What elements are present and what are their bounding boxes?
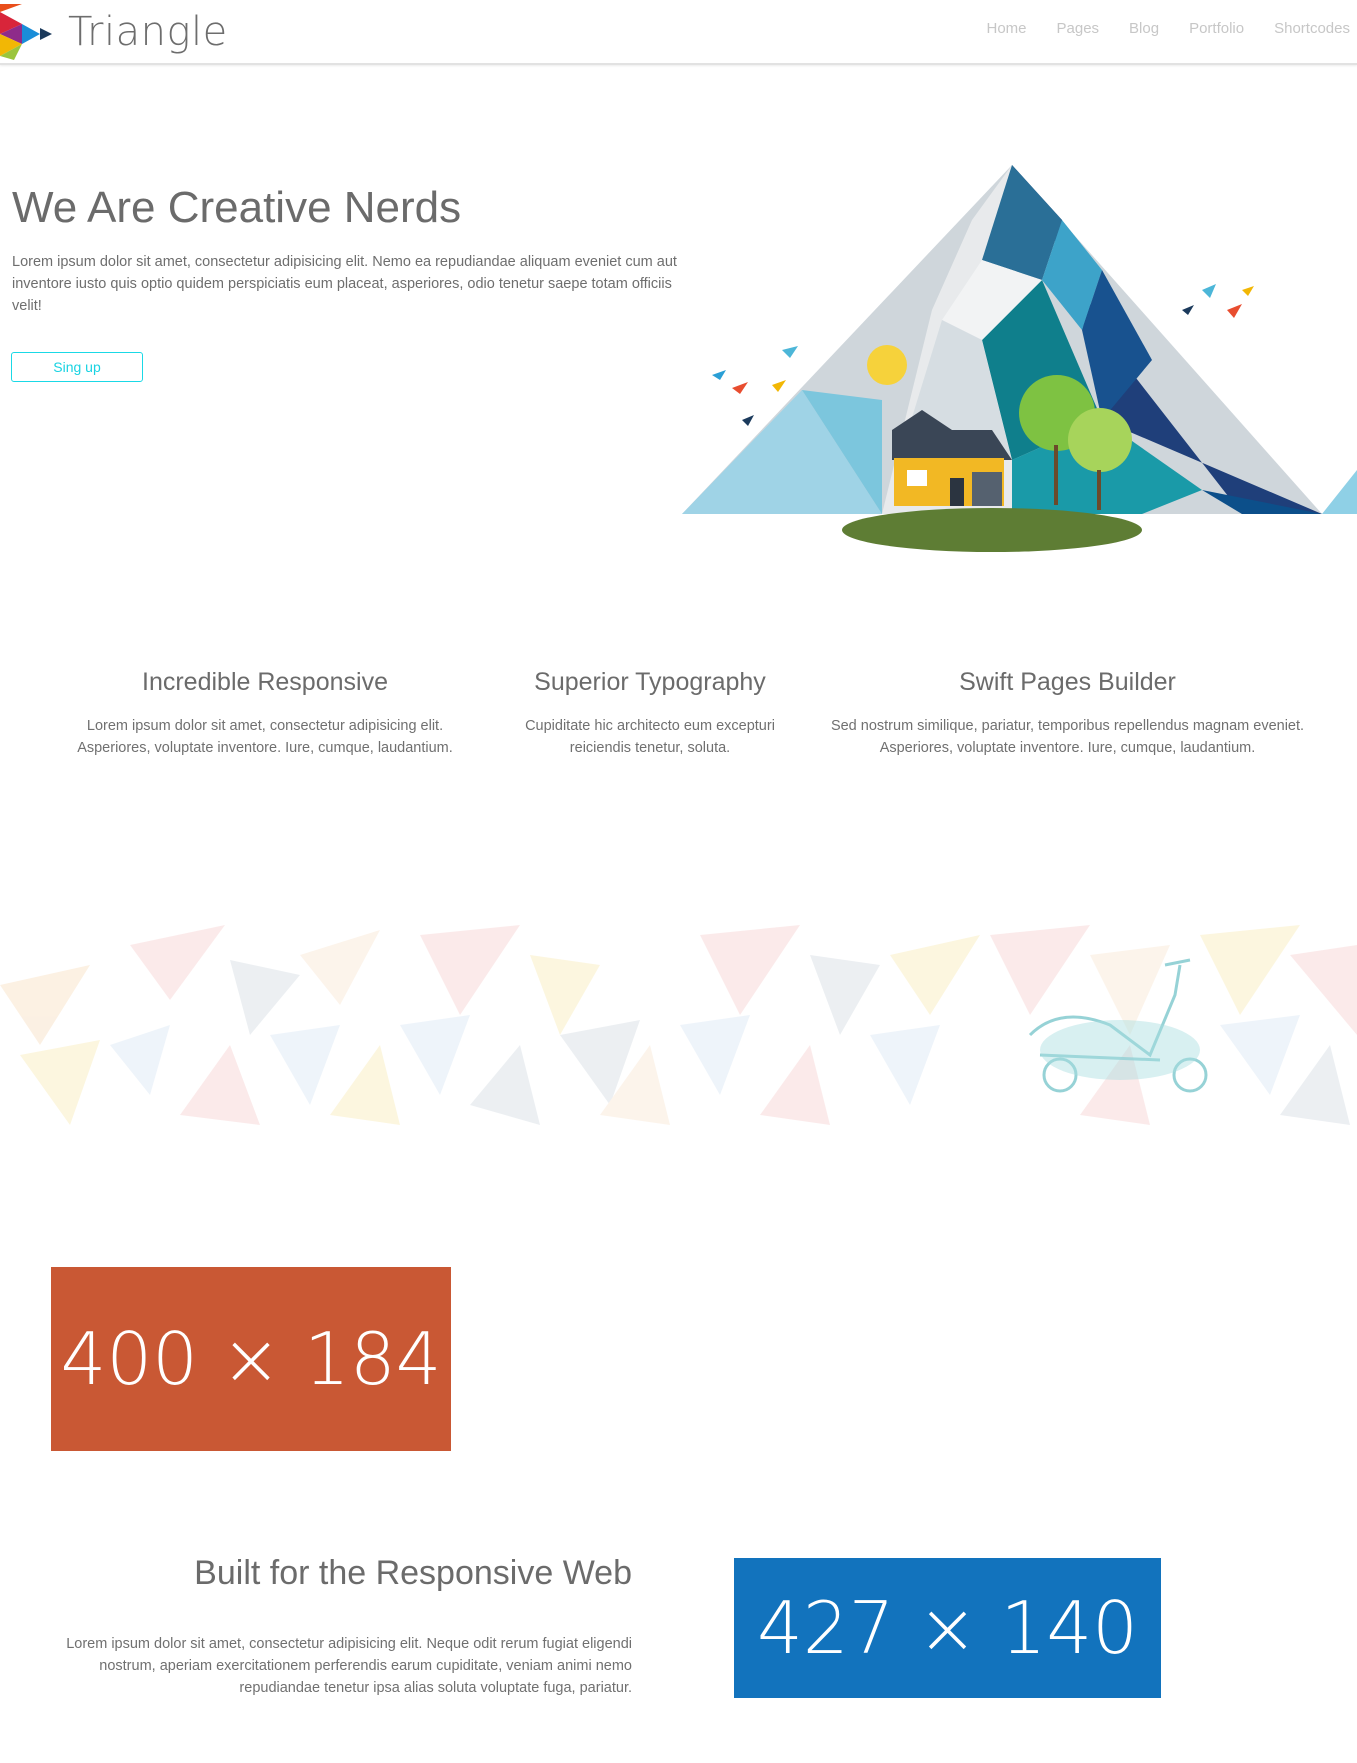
responsive-section-text: Lorem ipsum dolor sit amet, consectetur …: [66, 1636, 632, 1696]
triangle-logo-icon: [0, 4, 52, 60]
logo[interactable]: Triangle: [0, 4, 228, 60]
hero-title: We Are Creative Nerds: [12, 183, 462, 232]
nav-shortcodes[interactable]: Shortcodes: [1274, 20, 1350, 37]
signup-button[interactable]: Sing up: [11, 352, 143, 382]
nav-blog[interactable]: Blog: [1129, 20, 1159, 37]
nav-portfolio[interactable]: Portfolio: [1189, 20, 1244, 37]
feature-text: Lorem ipsum dolor sit amet, consectetur …: [77, 718, 453, 756]
feature-title: Superior Typography: [534, 668, 766, 696]
feature-title: Swift Pages Builder: [959, 668, 1176, 696]
brand-name: Triangle: [68, 9, 228, 55]
feature-incredible-responsive: Incredible Responsive Lorem ipsum dolor …: [60, 668, 470, 759]
main-nav: Home Pages Blog Portfolio Shortcodes: [956, 20, 1350, 37]
feature-title: Incredible Responsive: [142, 668, 388, 696]
placeholder-image-blue: 427 × 140: [734, 1558, 1161, 1698]
feature-text: Cupiditate hic architecto eum excepturi …: [525, 718, 775, 756]
feature-text: Sed nostrum similique, pariatur, tempori…: [830, 718, 1305, 756]
triangle-pattern-banner: [0, 925, 1357, 1125]
site-header: Triangle Home Pages Blog Portfolio Short…: [0, 0, 1357, 65]
placeholder-image-orange: 400 × 184: [51, 1267, 451, 1451]
mountain-house-illustration: [682, 165, 1357, 552]
nav-pages[interactable]: Pages: [1057, 20, 1100, 37]
nav-home[interactable]: Home: [986, 20, 1026, 37]
feature-swift-pages-builder: Swift Pages Builder Sed nostrum similiqu…: [815, 668, 1320, 759]
feature-superior-typography: Superior Typography Cupiditate hic archi…: [520, 668, 780, 759]
page: Triangle Home Pages Blog Portfolio Short…: [0, 0, 1357, 1763]
hero-text: Lorem ipsum dolor sit amet, consectetur …: [12, 254, 677, 314]
responsive-section-title: Built for the Responsive Web: [194, 1554, 632, 1592]
